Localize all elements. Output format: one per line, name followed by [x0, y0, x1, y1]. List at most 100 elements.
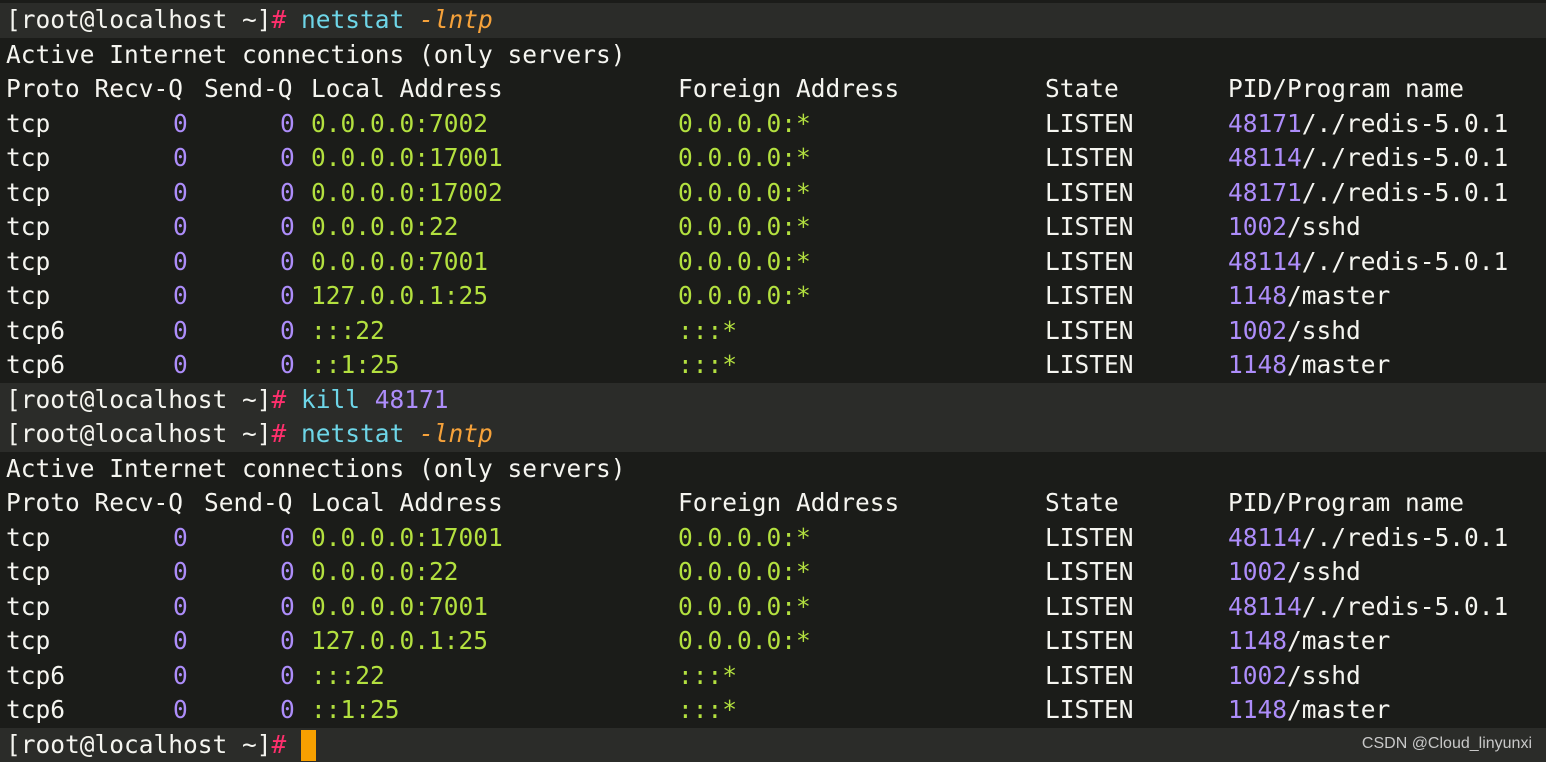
- prompt-symbol: #: [271, 384, 287, 414]
- cell-program: /sshd: [1287, 660, 1361, 690]
- cell-foreign-address: 0.0.0.0:*: [678, 177, 811, 207]
- cell-local-address: ::1:25: [311, 350, 400, 379]
- cell-pid: 1148: [1228, 281, 1288, 310]
- cell-local-address: 127.0.0.1:25: [311, 281, 489, 310]
- cell-recv-q: 0: [173, 315, 188, 345]
- prompt-line: [root@localhost ~] #: [0, 727, 1546, 762]
- cell-send-q: 0: [280, 143, 295, 172]
- cell-send-q: 0: [280, 315, 295, 345]
- table-row: tcp 0 0 0.0.0.0:17001 0.0.0.0:* LISTEN 48114/.…: [0, 141, 1546, 176]
- cell-program: /master: [1287, 695, 1391, 724]
- cell-foreign-address: :::*: [678, 660, 738, 690]
- cell-send-q: 0: [280, 557, 295, 586]
- cell-recv-q: 0: [173, 695, 188, 724]
- command-name: netstat: [301, 5, 405, 34]
- header-proto-recv: Proto Recv-Q: [6, 488, 184, 517]
- cell-foreign-address: 0.0.0.0:*: [678, 212, 811, 241]
- cell-send-q: 0: [280, 695, 295, 724]
- cell-proto: tcp: [6, 626, 51, 655]
- cell-proto: tcp6: [6, 695, 66, 724]
- column-header: Proto Recv-Q Send-Q Local Address Foreign A…: [0, 486, 1546, 521]
- cell-state: LISTEN: [1045, 246, 1134, 276]
- cell-pid: 1148: [1228, 626, 1288, 655]
- cell-recv-q: 0: [173, 557, 188, 586]
- cell-program: /./redis-5.0.1: [1301, 591, 1509, 621]
- table-row: tcp 0 0 0.0.0.0:7001 0.0.0.0:* LISTEN 48114/./…: [0, 245, 1546, 280]
- cell-program: /sshd: [1287, 557, 1361, 586]
- cell-state: LISTEN: [1045, 212, 1134, 241]
- table-row: tcp6 0 0::1:25:::* LISTEN 1148/master: [0, 348, 1546, 383]
- cell-pid: 1002: [1228, 660, 1288, 690]
- prompt-symbol: #: [271, 5, 287, 34]
- cell-state: LISTEN: [1045, 695, 1134, 724]
- cell-recv-q: 0: [173, 177, 188, 207]
- cell-send-q: 0: [280, 108, 295, 138]
- cell-proto: tcp: [6, 522, 51, 552]
- cell-pid: 48114: [1228, 522, 1302, 552]
- cell-foreign-address: :::*: [678, 350, 738, 379]
- command-name: kill: [301, 384, 361, 414]
- cell-foreign-address: 0.0.0.0:*: [678, 591, 811, 621]
- cell-foreign-address: 0.0.0.0:*: [678, 246, 811, 276]
- cell-local-address: 0.0.0.0:17002: [311, 177, 503, 207]
- cell-recv-q: 0: [173, 212, 188, 241]
- header-send-q: Send-Q: [204, 74, 293, 103]
- cell-proto: tcp: [6, 246, 51, 276]
- cell-program: /sshd: [1287, 315, 1361, 345]
- cell-state: LISTEN: [1045, 626, 1134, 655]
- cell-pid: 1148: [1228, 695, 1288, 724]
- cell-pid: 48114: [1228, 591, 1302, 621]
- cell-proto: tcp: [6, 557, 51, 586]
- prompt-line: [root@localhost ~] # netstat -lntp: [0, 3, 1546, 38]
- table-row: tcp 0 0 0.0.0.0:17001 0.0.0.0:* LISTEN 48114/.…: [0, 521, 1546, 556]
- cell-proto: tcp: [6, 281, 51, 310]
- table-row: tcp6 0 0:::22:::* LISTEN 1002/sshd: [0, 659, 1546, 694]
- heading-text: Active Internet connections (only server…: [6, 39, 626, 69]
- cell-state: LISTEN: [1045, 315, 1134, 345]
- table-row: tcp 0 0 0.0.0.0:17002 0.0.0.0:* LISTEN 48171/.…: [0, 176, 1546, 211]
- header-state: State: [1045, 488, 1119, 517]
- cell-program: /./redis-5.0.1: [1301, 108, 1509, 138]
- cell-local-address: :::22: [311, 315, 385, 345]
- table-row: tcp 0 0 0.0.0.0:7002 0.0.0.0:* LISTEN 48171/./…: [0, 107, 1546, 142]
- cell-local-address: ::1:25: [311, 695, 400, 724]
- header-proto-recv: Proto Recv-Q: [6, 74, 184, 103]
- prompt-symbol: #: [271, 419, 287, 448]
- cell-send-q: 0: [280, 591, 295, 621]
- cell-local-address: 0.0.0.0:22: [311, 212, 459, 241]
- cell-proto: tcp: [6, 591, 51, 621]
- table-row: tcp 0 0 0.0.0.0:7001 0.0.0.0:* LISTEN 48114/./…: [0, 590, 1546, 625]
- cell-local-address: 0.0.0.0:7001: [311, 591, 489, 621]
- text-cursor[interactable]: [301, 729, 316, 761]
- cell-local-address: :::22: [311, 660, 385, 690]
- prompt-text: [root@localhost ~]: [6, 419, 272, 448]
- cell-proto: tcp6: [6, 350, 66, 379]
- cell-local-address: 0.0.0.0:17001: [311, 522, 503, 552]
- prompt-line: [root@localhost ~] # kill 48171: [0, 382, 1546, 417]
- cell-recv-q: 0: [173, 591, 188, 621]
- cell-program: /sshd: [1287, 212, 1361, 241]
- cell-proto: tcp: [6, 177, 51, 207]
- cell-state: LISTEN: [1045, 143, 1134, 172]
- cell-local-address: 0.0.0.0:7001: [311, 246, 489, 276]
- cell-state: LISTEN: [1045, 557, 1134, 586]
- terminal-window[interactable]: [root@localhost ~] # netstat -lntp Active In…: [0, 0, 1546, 762]
- cell-pid: 48171: [1228, 108, 1302, 138]
- cell-recv-q: 0: [173, 626, 188, 655]
- cell-send-q: 0: [280, 246, 295, 276]
- cell-recv-q: 0: [173, 246, 188, 276]
- table-row: tcp 0 0 0.0.0.0:22 0.0.0.0:* LISTEN 1002/sshd: [0, 210, 1546, 245]
- cell-send-q: 0: [280, 660, 295, 690]
- cell-local-address: 127.0.0.1:25: [311, 626, 489, 655]
- command-argument: 48171: [374, 384, 449, 414]
- prompt-line: [root@localhost ~] # netstat -lntp: [0, 417, 1546, 452]
- header-local-address: Local Address: [311, 74, 503, 103]
- cell-program: /master: [1287, 281, 1391, 310]
- output-heading: Active Internet connections (only server…: [0, 452, 1546, 487]
- cell-proto: tcp: [6, 212, 51, 241]
- cell-send-q: 0: [280, 350, 295, 379]
- cell-recv-q: 0: [173, 350, 188, 379]
- table-row: tcp6 0 0:::22:::* LISTEN 1002/sshd: [0, 314, 1546, 349]
- cell-state: LISTEN: [1045, 350, 1134, 379]
- cell-local-address: 0.0.0.0:7002: [311, 108, 489, 138]
